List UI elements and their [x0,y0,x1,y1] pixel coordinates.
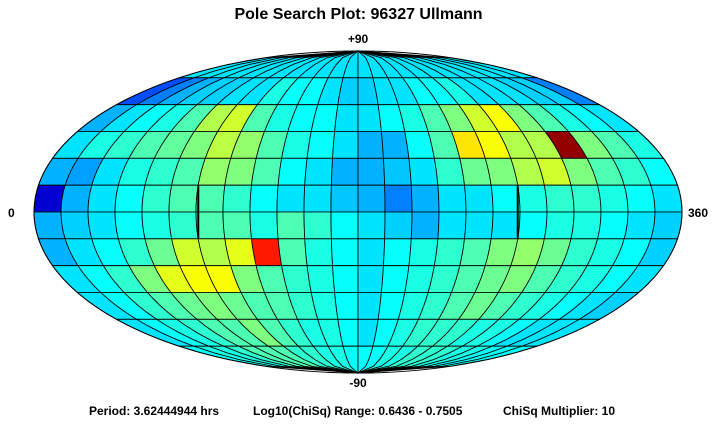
heatmap-cell [408,238,439,267]
heatmap-cell [195,211,226,240]
heatmap-cell [304,238,333,267]
heatmap-cell [334,292,359,320]
heatmap-cell [60,184,93,213]
heatmap-cell [168,211,199,240]
heatmap-cell [357,265,384,293]
heatmap-cell [114,184,146,213]
heatmap-cell [464,211,494,240]
heatmap-cell [222,211,252,240]
footer-chisq-multiplier: ChiSq Multiplier: 10 [503,404,616,418]
heatmap-cell [490,211,521,240]
heatmap-cell [383,157,412,186]
heatmap-cell [433,157,465,186]
heatmap-cell [330,238,359,267]
heatmap-cell [33,184,66,213]
heatmap-cell [543,211,575,240]
heatmap-cell [306,131,336,159]
heatmap-cell [141,211,173,240]
heatmap-cell [60,211,93,240]
heatmap-cell [437,211,467,240]
heatmap-cell [304,157,333,186]
heatmap-cell [251,238,283,267]
heatmap-cell [357,292,382,320]
heatmap-cell [251,157,283,186]
heatmap-cell [87,184,119,213]
heatmap-cell [623,184,656,213]
heatmap-cell [330,157,359,186]
heatmap-cell [517,211,548,240]
heatmap-cell [650,211,683,240]
heatmap-cell [433,238,465,267]
heatmap-cell [357,157,386,186]
heatmap-cell [276,184,306,213]
heatmap-cell [357,238,386,267]
heatmap-cell [277,157,308,186]
heatmap-cell [33,211,66,240]
heatmap-cell [249,211,279,240]
heatmap-cell [517,184,548,213]
heatmap-cell [357,104,382,132]
heatmap-cell [597,211,629,240]
mollweide-heatmap [33,50,683,374]
footer-period: Period: 3.62444944 hrs [89,404,220,418]
heatmap-cell [408,157,439,186]
heatmap-cell [543,184,575,213]
heatmap-cell [357,211,386,240]
heatmap-cell [490,184,521,213]
heatmap-cell [437,184,467,213]
heatmap-cell [570,184,602,213]
heatmap-cell [623,211,656,240]
heatmap-cell [222,184,252,213]
heatmap-cell [87,211,119,240]
heatmap-cell [332,265,359,293]
heatmap-cell [141,184,173,213]
heatmap-cell [570,211,602,240]
heatmap-cell [384,184,413,213]
heatmap-cell [332,131,359,159]
heatmap-cell [597,184,629,213]
heatmap-cell [168,184,199,213]
heatmap-cell [114,211,146,240]
heatmap-cell [357,184,386,213]
heatmap-cell [303,211,332,240]
heatmap-cell [330,184,359,213]
heatmap-cell [224,157,257,186]
heatmap-cell [330,211,359,240]
heatmap-cell [276,211,306,240]
heatmap-cell [357,131,384,159]
pole-search-chart: Pole Search Plot: 96327 Ullmann +90 -90 … [0,0,717,425]
heatmap-cell [410,184,440,213]
heatmap-cell [410,211,440,240]
heatmap-cell [334,104,359,132]
heatmap-cell [464,184,494,213]
heatmap-cell [380,131,410,159]
heatmap-cell [224,238,257,267]
heatmap-cell [380,265,410,293]
heatmap-cell [303,184,332,213]
heatmap-cell [249,184,279,213]
heatmap-cell [384,211,413,240]
heatmap-cell [195,184,226,213]
heatmap-cell [277,238,308,267]
heatmap-cell [383,238,412,267]
footer-chisq-range: Log10(ChiSq) Range: 0.6436 - 0.7505 [253,404,463,418]
heatmap-cell [650,184,683,213]
heatmap-cell [306,265,336,293]
